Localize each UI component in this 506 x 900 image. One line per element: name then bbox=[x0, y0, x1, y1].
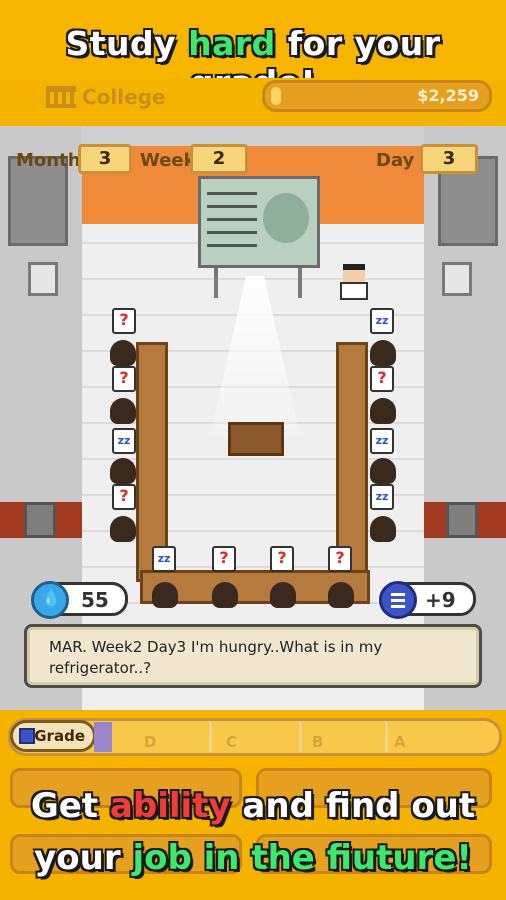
grade-level-a: A bbox=[394, 733, 406, 751]
student[interactable] bbox=[370, 340, 396, 366]
right-door bbox=[442, 262, 472, 296]
question-bubble: ? bbox=[270, 546, 294, 572]
day-value: 3 bbox=[420, 144, 478, 174]
right-room bbox=[424, 126, 506, 710]
student[interactable] bbox=[152, 582, 178, 608]
money-display: $2,259 bbox=[262, 80, 492, 112]
water-stat[interactable]: 55 bbox=[31, 581, 128, 619]
book-icon bbox=[379, 581, 417, 619]
left-room bbox=[0, 126, 82, 710]
teacher-character[interactable] bbox=[340, 264, 368, 300]
sleep-bubble: zz bbox=[370, 308, 394, 334]
student[interactable] bbox=[270, 582, 296, 608]
student[interactable] bbox=[328, 582, 354, 608]
month-value: 3 bbox=[78, 144, 132, 174]
study-stat[interactable]: +9 bbox=[379, 581, 476, 619]
coin-icon bbox=[271, 87, 281, 105]
student[interactable] bbox=[110, 458, 136, 484]
month-label: Month bbox=[16, 150, 81, 171]
day-label: Day bbox=[376, 150, 415, 171]
projector-desk bbox=[228, 422, 284, 456]
question-bubble: ? bbox=[112, 366, 136, 392]
grade-tag[interactable]: Grade bbox=[10, 720, 96, 752]
promo-bottom-line1-suffix: and find out bbox=[242, 786, 476, 826]
bank-icon bbox=[46, 86, 76, 108]
student[interactable] bbox=[370, 516, 396, 542]
dialog-message: MAR. Week2 Day3 I'm hungry..What is in m… bbox=[49, 638, 383, 677]
question-bubble: ? bbox=[328, 546, 352, 572]
left-door bbox=[28, 262, 58, 296]
chalk-writing bbox=[207, 187, 257, 257]
promo-bottom-line2-highlight: job in the fiuture! bbox=[132, 838, 472, 878]
student[interactable] bbox=[370, 458, 396, 484]
right-refrigerator[interactable] bbox=[446, 502, 478, 538]
grade-progress-fill bbox=[94, 722, 112, 752]
promo-bottom-line1: Get ability and find out bbox=[0, 780, 506, 832]
chalkboard bbox=[198, 176, 320, 268]
student[interactable] bbox=[212, 582, 238, 608]
chalk-cat-drawing bbox=[263, 193, 309, 243]
study-stat-value: +9 bbox=[425, 588, 456, 612]
grade-level-c: C bbox=[212, 722, 302, 752]
promo-bottom-line2: your job in the fiuture! bbox=[0, 832, 506, 884]
promo-bottom-line1-highlight: ability bbox=[109, 786, 231, 826]
sleep-bubble: zz bbox=[370, 484, 394, 510]
teacher-body bbox=[340, 282, 368, 300]
promo-top-prefix: Study bbox=[65, 24, 177, 63]
question-bubble: ? bbox=[212, 546, 236, 572]
college-label: College bbox=[82, 85, 166, 109]
teacher-head bbox=[343, 264, 365, 282]
question-bubble: ? bbox=[112, 308, 136, 334]
grade-level-d: D bbox=[120, 722, 212, 752]
calendar-row: Month 3 Week 2 Day 3 bbox=[0, 142, 506, 178]
student[interactable] bbox=[370, 398, 396, 424]
student[interactable] bbox=[110, 516, 136, 542]
promo-bottom-line2-prefix: your bbox=[34, 838, 121, 878]
grade-label: Grade bbox=[34, 727, 85, 745]
sleep-bubble: zz bbox=[370, 428, 394, 454]
classroom-scene: Month 3 Week 2 Day 3 ? ? zz ? zz ? zz zz… bbox=[0, 126, 506, 710]
question-bubble: ? bbox=[112, 484, 136, 510]
student[interactable] bbox=[110, 398, 136, 424]
promo-bottom-line1-prefix: Get bbox=[30, 786, 99, 826]
grade-book-icon bbox=[19, 728, 35, 744]
left-refrigerator[interactable] bbox=[24, 502, 56, 538]
sleep-bubble: zz bbox=[112, 428, 136, 454]
student[interactable] bbox=[110, 340, 136, 366]
week-value: 2 bbox=[190, 144, 248, 174]
board-leg-right bbox=[298, 268, 302, 298]
water-stat-value: 55 bbox=[81, 588, 109, 612]
promo-bottom-text: Get ability and find out your job in the… bbox=[0, 780, 506, 884]
promo-top-highlight: hard bbox=[188, 24, 276, 63]
question-bubble: ? bbox=[370, 366, 394, 392]
money-amount: $2,259 bbox=[417, 86, 479, 105]
college-indicator[interactable]: College bbox=[46, 83, 166, 111]
dialog-box[interactable]: MAR. Week2 Day3 I'm hungry..What is in m… bbox=[24, 624, 482, 688]
grade-level-b: B bbox=[302, 722, 388, 752]
water-drop-icon bbox=[31, 581, 69, 619]
board-leg-left bbox=[214, 268, 218, 298]
sleep-bubble: zz bbox=[152, 546, 176, 572]
week-label: Week bbox=[140, 150, 196, 171]
